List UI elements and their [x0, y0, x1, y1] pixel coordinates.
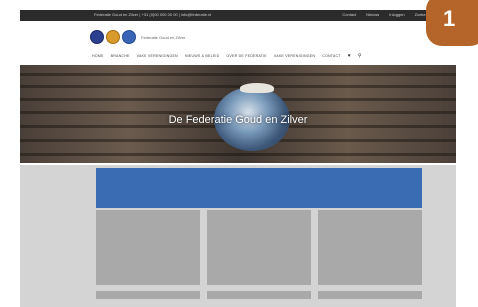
hero-texture-stripe	[20, 85, 456, 88]
nav-item-branche[interactable]: BRANCHE	[111, 54, 130, 58]
topbar-contact-text: Federatie Goud en Zilver | +31 (0)00 000…	[94, 12, 212, 17]
nav-item-vakverenigingen-2[interactable]: VAKE VERENIGINGEN	[274, 54, 315, 58]
nav-item-contact[interactable]: CONTACT	[322, 54, 341, 58]
nav-item-over[interactable]: OVER DE FEDERATIE	[226, 54, 266, 58]
blue-banner-placeholder	[96, 168, 422, 208]
content-strip-placeholder	[207, 291, 311, 299]
hero-dome-cap-image	[240, 83, 274, 93]
main-navigation: HOME BRANCHE VAKE VERENIGINGEN NIEUWS & …	[92, 53, 362, 59]
logo-text: Federatie Goud en Zilver	[141, 34, 186, 40]
topbar-link-inloggen[interactable]: Inloggen	[389, 12, 404, 17]
step-number-badge: 1	[426, 0, 478, 46]
hero-banner: De Federatie Goud en Zilver	[20, 65, 456, 163]
topbar-links: Contact Nieuws Inloggen Zoeken	[342, 12, 428, 17]
content-block-placeholder	[207, 210, 311, 285]
nav-item-nieuws[interactable]: NIEUWS & BELEID	[185, 54, 220, 58]
content-wireframe	[20, 165, 456, 307]
heart-icon[interactable]: ♥	[348, 53, 351, 59]
content-block-placeholder	[318, 210, 422, 285]
hero-texture-stripe	[20, 153, 456, 156]
logo-circle-gold	[106, 30, 120, 44]
search-icon[interactable]: ⚲	[358, 53, 362, 59]
site-logo[interactable]: Federatie Goud en Zilver	[90, 30, 185, 44]
nav-item-vakverenigingen[interactable]: VAKE VERENIGINGEN	[137, 54, 178, 58]
content-strip-placeholder	[96, 291, 200, 299]
topbar-link-nieuws[interactable]: Nieuws	[366, 12, 379, 17]
hero-texture-stripe	[20, 73, 456, 76]
logo-circle-blue	[90, 30, 104, 44]
top-utility-bar: Federatie Goud en Zilver | +31 (0)00 000…	[20, 10, 456, 21]
topbar-link-contact[interactable]: Contact	[342, 12, 356, 17]
content-strip-placeholder	[318, 291, 422, 299]
logo-circle-lightblue	[122, 30, 136, 44]
content-block-placeholder	[96, 210, 200, 285]
hero-title: De Federatie Goud en Zilver	[168, 114, 308, 126]
step-number: 1	[443, 6, 456, 31]
website-page: Federatie Goud en Zilver | +31 (0)00 000…	[20, 0, 456, 307]
nav-item-home[interactable]: HOME	[92, 54, 104, 58]
